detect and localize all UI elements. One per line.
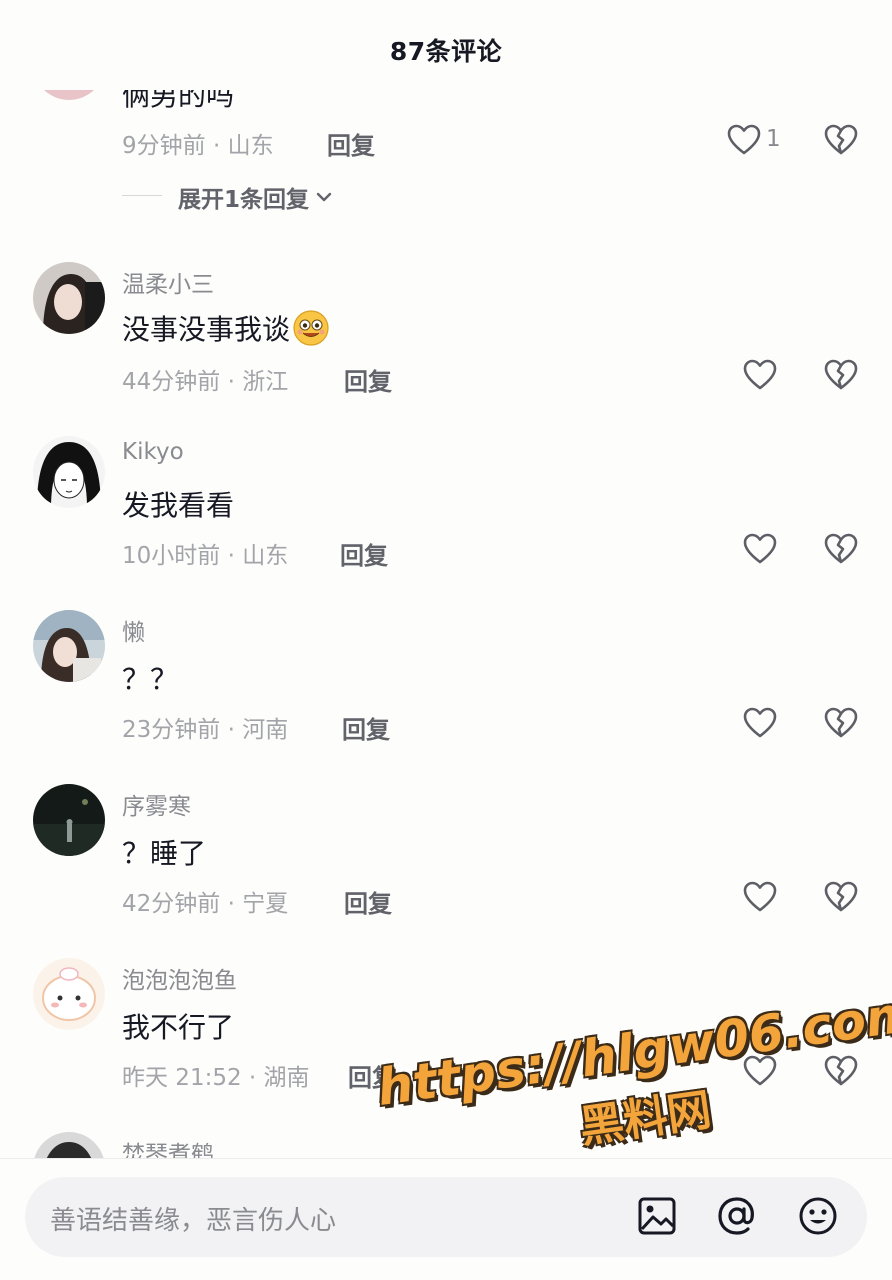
comment-text: 我不行了 [122, 1011, 235, 1044]
broken-heart-icon [824, 124, 858, 155]
avatar[interactable] [33, 958, 105, 1030]
comment-list[interactable]: 俩男的吗 9分钟前 · 山东 回复 1 展开1条回复 温柔小三 没事没事我谈 4… [0, 0, 892, 1160]
comment-username[interactable]: 懒 [122, 613, 145, 647]
emoji-button[interactable] [796, 1194, 840, 1238]
avatar[interactable] [33, 784, 105, 856]
broken-heart-icon [824, 533, 858, 564]
comment-meta: 42分钟前 · 宁夏 [122, 891, 289, 917]
comment-username[interactable]: 温柔小三 [122, 265, 214, 299]
avatar[interactable] [33, 1132, 105, 1160]
comment-meta: 昨天 21:52 · 湖南 [122, 1065, 310, 1091]
heart-icon [743, 359, 777, 390]
comment-panel: 俩男的吗 9分钟前 · 山东 回复 1 展开1条回复 温柔小三 没事没事我谈 4… [0, 0, 892, 1280]
dislike-button[interactable] [823, 879, 859, 915]
dislike-button[interactable] [823, 531, 859, 567]
comment-text: 没事没事我谈 [122, 308, 330, 348]
comment-text: ？？ [122, 663, 179, 696]
comment-username[interactable]: Kikyo [122, 439, 184, 465]
broken-heart-icon [824, 1055, 858, 1086]
broken-heart-icon [824, 707, 858, 738]
avatar[interactable] [33, 436, 105, 508]
expand-replies-button[interactable]: 展开1条回复 [178, 180, 333, 214]
comment-meta: 23分钟前 · 河南 [122, 717, 289, 743]
reply-button[interactable]: 回复 [342, 710, 390, 745]
emoji-icon [799, 1197, 837, 1235]
avatar[interactable] [33, 610, 105, 682]
heart-icon [743, 1055, 777, 1086]
comment-input[interactable]: 善语结善缘，恶言伤人心 [25, 1177, 867, 1257]
mention-button[interactable] [715, 1194, 759, 1238]
comment-meta: 9分钟前 · 山东 [122, 133, 274, 159]
image-icon [638, 1197, 676, 1235]
reply-button[interactable]: 回复 [340, 536, 388, 571]
reply-button[interactable]: 回复 [327, 126, 375, 161]
comment-username[interactable]: 序雾寒 [122, 787, 191, 821]
like-button[interactable] [742, 531, 778, 567]
comment-username[interactable]: 泡泡泡泡鱼 [122, 961, 237, 995]
like-button[interactable] [726, 122, 762, 158]
like-button[interactable] [742, 879, 778, 915]
dislike-button[interactable] [823, 705, 859, 741]
comment-input-bar: 善语结善缘，恶言伤人心 [0, 1158, 892, 1280]
broken-heart-icon [824, 881, 858, 912]
heart-icon [727, 124, 761, 155]
expand-divider [122, 195, 162, 196]
at-icon [718, 1197, 754, 1235]
comment-text-content: 没事没事我谈 [122, 313, 291, 346]
broken-heart-icon [824, 359, 858, 390]
heart-icon [743, 533, 777, 564]
like-button[interactable] [742, 1053, 778, 1089]
comment-username[interactable]: 焚琴煮鹤 [122, 1135, 214, 1160]
like-button[interactable] [742, 357, 778, 393]
like-button[interactable] [742, 705, 778, 741]
chevron-down-icon [316, 192, 332, 202]
dislike-button[interactable] [823, 1053, 859, 1089]
dislike-button[interactable] [823, 122, 859, 158]
image-button[interactable] [635, 1194, 679, 1238]
comment-meta: 44分钟前 · 浙江 [122, 369, 289, 395]
dislike-button[interactable] [823, 357, 859, 393]
comment-text: 发我看看 [122, 489, 235, 522]
heart-icon [743, 881, 777, 912]
comment-meta: 10小时前 · 山东 [122, 543, 289, 569]
reply-button[interactable]: 回复 [344, 884, 392, 919]
heart-icon [743, 707, 777, 738]
comment-text: ？睡了 [122, 837, 207, 870]
grinning-emoji-icon [293, 310, 329, 346]
comment-input-placeholder: 善语结善缘，恶言伤人心 [50, 1206, 337, 1236]
reply-button[interactable]: 回复 [344, 362, 392, 397]
expand-label: 展开1条回复 [178, 187, 310, 213]
reply-button[interactable]: 回复 [348, 1058, 396, 1093]
like-count: 1 [766, 126, 781, 152]
avatar[interactable] [33, 262, 105, 334]
comment-count-title: 87条评论 [389, 37, 503, 66]
comment-header: 87条评论 [0, 0, 892, 90]
